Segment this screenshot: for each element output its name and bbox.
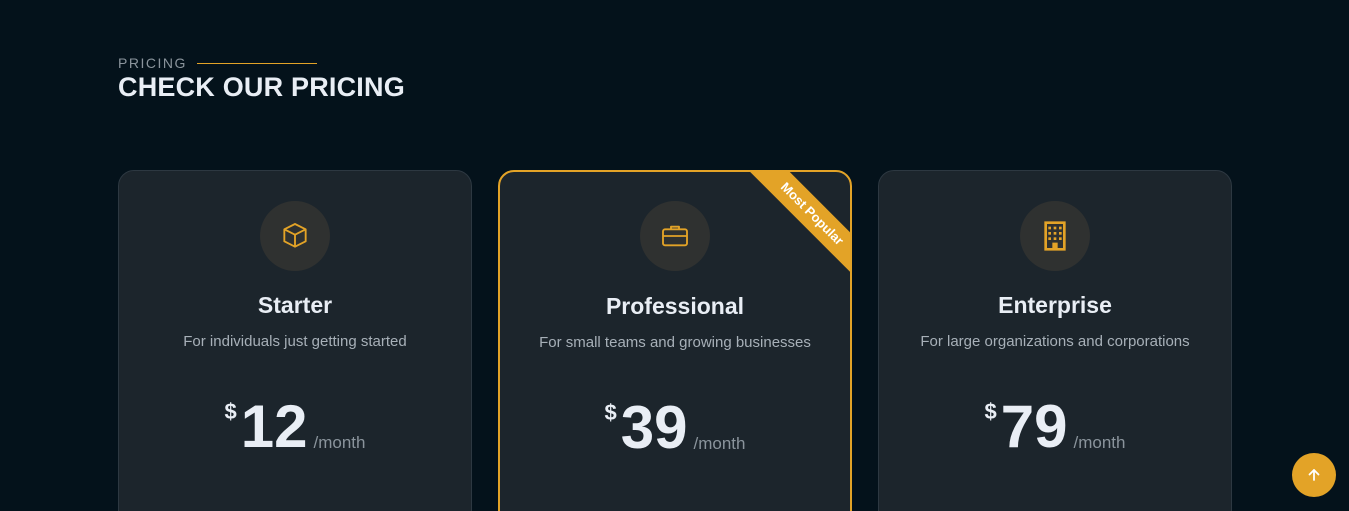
- price-currency: $: [604, 400, 617, 425]
- section-eyebrow: PRICING: [118, 55, 317, 71]
- plan-description: For large organizations and corporations: [920, 333, 1190, 350]
- price-period: /month: [693, 434, 746, 453]
- most-popular-ribbon: Most Popular: [745, 172, 850, 281]
- plan-name: Professional: [605, 293, 745, 319]
- price-amount: 79: [1000, 393, 1068, 460]
- plan-name: Enterprise: [998, 292, 1112, 318]
- back-to-top-button[interactable]: [1292, 453, 1336, 497]
- price-currency: $: [984, 399, 997, 424]
- section-title: CHECK OUR PRICING: [118, 72, 405, 102]
- pricing-card-starter: Starter For individuals just getting sta…: [118, 170, 472, 511]
- briefcase-icon: [640, 201, 710, 271]
- price-period: /month: [313, 433, 366, 452]
- pricing-section: PRICING CHECK OUR PRICING Starter For in…: [0, 0, 1349, 511]
- plan-price: $ 39 /month: [500, 396, 850, 460]
- pricing-card-enterprise: Enterprise For large organizations and c…: [878, 170, 1232, 511]
- eyebrow-divider: [196, 62, 317, 64]
- building-icon: [1020, 201, 1090, 271]
- arrow-up-icon: [1308, 469, 1320, 481]
- price-period: /month: [1073, 433, 1126, 452]
- price-amount: 12: [240, 393, 308, 460]
- price-amount: 39: [620, 394, 688, 461]
- box-icon: [260, 201, 330, 271]
- eyebrow-label: PRICING: [118, 55, 187, 71]
- plan-description: For individuals just getting started: [183, 333, 407, 350]
- plan-price: $ 79 /month: [879, 395, 1231, 459]
- plan-description: For small teams and growing businesses: [539, 334, 811, 351]
- price-currency: $: [224, 399, 237, 424]
- pricing-card-professional: Most Popular Professional For small team…: [498, 170, 852, 511]
- plan-price: $ 12 /month: [119, 395, 471, 459]
- plan-name: Starter: [257, 292, 333, 318]
